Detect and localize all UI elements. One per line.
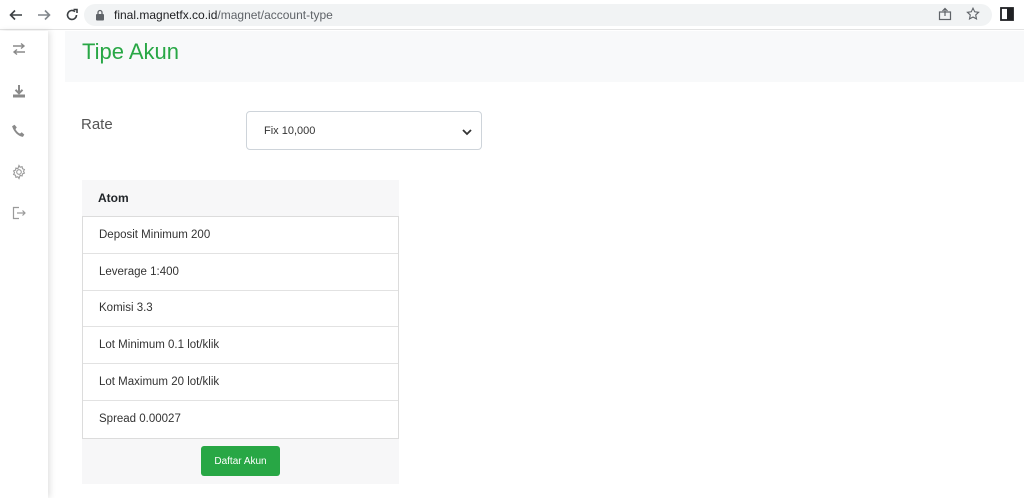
rate-selected-value: Fix 10,000 xyxy=(264,124,316,137)
side-panel-icon[interactable] xyxy=(1000,7,1014,21)
rate-select[interactable]: Fix 10,000 xyxy=(246,111,482,150)
rate-label: Rate xyxy=(81,116,113,133)
chevron-down-icon xyxy=(461,125,473,137)
share-icon[interactable] xyxy=(938,7,952,24)
phone-icon[interactable] xyxy=(11,123,27,139)
url-text: final.magnetfx.co.id/magnet/account-type xyxy=(114,8,333,22)
swap-icon[interactable] xyxy=(11,41,27,57)
list-item: Spread 0.00027 xyxy=(99,413,181,426)
forward-icon[interactable] xyxy=(34,5,54,25)
sidebar xyxy=(0,31,48,498)
address-bar[interactable]: final.magnetfx.co.id/magnet/account-type xyxy=(84,4,992,26)
list-item: Komisi 3.3 xyxy=(83,291,398,328)
back-icon[interactable] xyxy=(6,5,26,25)
list-item: Lot Minimum 0.1 lot/klik xyxy=(83,327,398,365)
logout-icon[interactable] xyxy=(11,205,27,221)
gear-icon[interactable] xyxy=(11,164,27,180)
list-item: Lot Maximum 20 lot/klik xyxy=(83,364,398,401)
list-item: Leverage 1:400 xyxy=(83,254,398,291)
lock-icon xyxy=(94,9,106,21)
account-type-card: Atom Deposit Minimum 200 Leverage 1:400 … xyxy=(82,180,399,484)
reload-icon[interactable] xyxy=(62,5,82,25)
page-header: Tipe Akun xyxy=(65,31,1024,82)
star-icon[interactable] xyxy=(966,6,980,24)
page-title: Tipe Akun xyxy=(82,39,180,64)
download-icon[interactable] xyxy=(11,83,27,99)
card-header: Atom xyxy=(98,191,129,205)
feature-list: Deposit Minimum 200 Leverage 1:400 Komis… xyxy=(82,216,399,439)
browser-toolbar: final.magnetfx.co.id/magnet/account-type xyxy=(0,0,1024,30)
register-account-button[interactable]: Daftar Akun xyxy=(201,446,280,476)
list-item: Deposit Minimum 200 xyxy=(83,217,398,254)
